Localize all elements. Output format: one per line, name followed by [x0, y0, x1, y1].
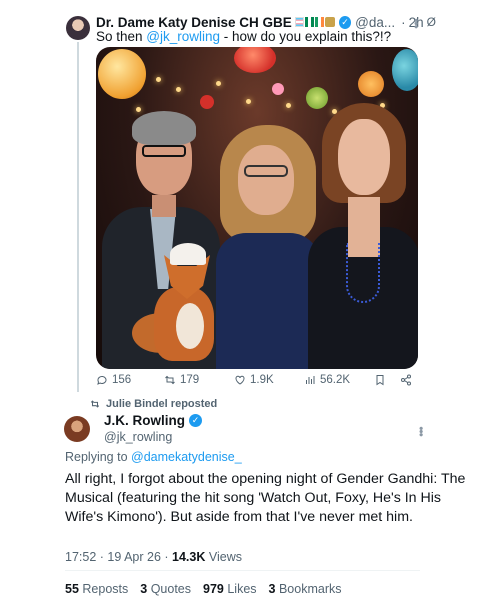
name-emoji-flags — [294, 17, 335, 27]
reposts-stat-label: Reposts — [82, 582, 129, 596]
quoted-more-icon[interactable]: ••• — [409, 18, 423, 28]
tweet-photo[interactable] — [96, 47, 418, 369]
repost-context-text: Julie Bindel reposted — [106, 398, 218, 410]
quoted-separator: · — [401, 14, 406, 30]
quotes-stat-label: Quotes — [150, 582, 191, 596]
necklace-icon — [346, 243, 380, 303]
quoted-avatar[interactable] — [66, 16, 90, 40]
main-handle[interactable]: @jk_rowling — [104, 430, 172, 444]
orange-lantern — [358, 71, 384, 97]
share-icon — [401, 374, 411, 386]
repost-context[interactable]: Julie Bindel reposted — [90, 398, 217, 410]
verified-badge-icon: ✓ — [189, 414, 202, 427]
reply-count: 156 — [112, 374, 132, 386]
reply-icon — [97, 375, 107, 385]
views-chart-icon — [306, 376, 315, 384]
teal-lantern — [392, 49, 418, 91]
chair-emoji-icon — [324, 17, 335, 27]
quoted-tweet-text: So then @jk_rowling - how do you explain… — [96, 29, 391, 44]
fox-chest — [176, 303, 204, 349]
replying-to: Replying to @damekatydenise_ — [65, 450, 242, 464]
woman-middle-face — [238, 145, 294, 215]
thread-line — [77, 42, 79, 392]
tweet-views-label: Views — [205, 550, 242, 564]
tweet-meta: 17:52 · 19 Apr 26 · 14.3K Views — [65, 550, 242, 564]
main-avatar[interactable] — [64, 416, 90, 442]
reposts-stat[interactable]: 55 Reposts — [65, 582, 128, 596]
verified-badge-icon: ✓ — [338, 15, 352, 29]
main-display-name[interactable]: J.K. Rowling — [104, 413, 185, 428]
trans-flag-icon — [294, 17, 304, 27]
bookmarks-stat-count: 3 — [268, 582, 276, 596]
repost-small-icon — [90, 400, 100, 408]
bookmarks-stat[interactable]: 3 Bookmarks — [269, 582, 342, 596]
quotes-stat[interactable]: 3 Quotes — [140, 582, 191, 596]
likes-stat-label: Likes — [227, 582, 257, 596]
bookmarks-stat-label: Bookmarks — [278, 582, 342, 596]
string-light — [246, 99, 251, 104]
woman-right-figure — [308, 103, 418, 369]
fox-hat — [170, 243, 206, 265]
repost-icon — [165, 375, 175, 385]
likes-stat-count: 979 — [203, 582, 224, 596]
like-action[interactable]: 1.9K — [234, 374, 274, 386]
pink-lantern — [272, 83, 284, 95]
nigeria-flag-icon — [304, 17, 314, 27]
bookmark-action[interactable] — [374, 374, 386, 386]
string-light — [286, 103, 291, 108]
quotes-stat-count: 3 — [140, 582, 148, 596]
quoted-text-suffix: - how do you explain this?!? — [220, 29, 392, 44]
quoted-text-prefix: So then — [96, 29, 147, 44]
bookmark-icon — [376, 375, 384, 386]
ireland-flag-icon — [314, 17, 324, 27]
man-glasses — [142, 145, 186, 157]
edited-icon[interactable]: Ø — [427, 15, 436, 29]
reply-action[interactable]: 156 — [96, 374, 131, 386]
heart-icon — [235, 375, 245, 385]
reposts-stat-count: 55 — [65, 582, 79, 596]
like-count: 1.9K — [250, 374, 274, 386]
red-lantern — [234, 47, 276, 73]
quoted-action-bar: 156 179 1.9K 56.2K — [96, 374, 418, 390]
tweet-timestamp[interactable]: 17:52 · 19 Apr 26 · — [65, 550, 172, 564]
main-more-icon[interactable]: ••• — [414, 426, 428, 436]
likes-stat[interactable]: 979 Likes — [203, 582, 257, 596]
quoted-display-name[interactable]: Dr. Dame Katy Denise CH GBE — [96, 15, 292, 30]
woman-middle-dress — [216, 233, 320, 369]
woman-right-face — [338, 119, 390, 195]
string-light — [156, 77, 161, 82]
tweet-views-count: 14.3K — [172, 550, 206, 564]
replying-prefix: Replying to — [65, 450, 132, 464]
share-action[interactable] — [400, 374, 412, 386]
views-count: 56.2K — [320, 374, 351, 386]
man-neck — [152, 195, 176, 217]
quoted-handle[interactable]: @da... — [355, 15, 395, 30]
main-tweet-text: All right, I forgot about the opening ni… — [65, 471, 466, 525]
yellow-lantern — [98, 49, 146, 99]
man-hair — [132, 111, 196, 145]
repost-action[interactable]: 179 — [164, 374, 199, 386]
woman-middle-glasses — [244, 165, 288, 177]
quoted-mention-link[interactable]: @jk_rowling — [146, 29, 220, 44]
string-light — [216, 81, 221, 86]
replying-to-link[interactable]: @damekatydenise_ — [131, 450, 242, 464]
repost-count: 179 — [180, 374, 200, 386]
main-display-name-row[interactable]: J.K. Rowling ✓ — [104, 413, 202, 428]
divider — [65, 570, 420, 571]
fox-figure — [132, 243, 228, 369]
string-light — [176, 87, 181, 92]
tweet-stats: 55 Reposts 3 Quotes 979 Likes 3 Bookmark… — [65, 582, 342, 596]
views-action[interactable]: 56.2K — [304, 374, 350, 386]
